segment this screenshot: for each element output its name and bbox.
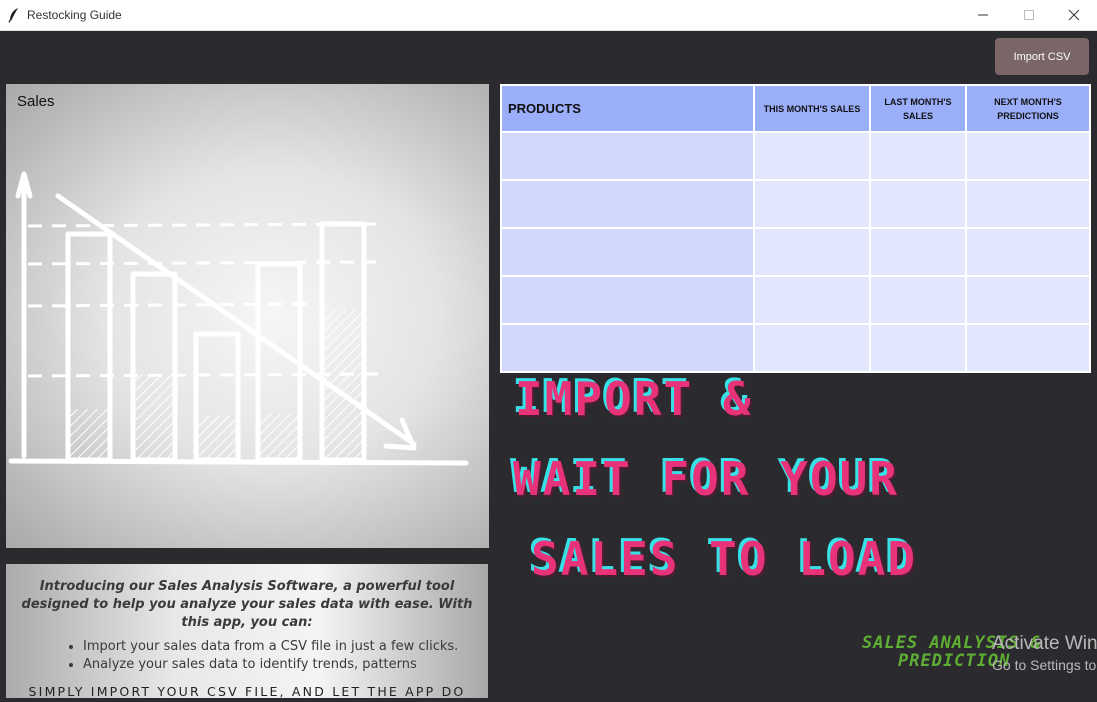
list-item: Analyze your sales data to identify tren… <box>83 656 488 674</box>
maximize-icon <box>1024 10 1034 20</box>
table-cell <box>500 131 755 181</box>
products-table: PRODUCTS THIS MONTH'S SALES LAST MONTH'S… <box>500 84 1091 373</box>
table-cell <box>500 275 755 325</box>
table-cell <box>500 323 755 373</box>
minimize-button[interactable] <box>960 0 1006 30</box>
last-month-sales-header: LAST MONTH'S SALES <box>869 84 967 133</box>
table-cell <box>500 179 755 229</box>
next-month-predictions-header: NEXT MONTH'S PREDICTIONS <box>965 84 1091 133</box>
table-cell <box>753 275 871 325</box>
table-cell <box>753 131 871 181</box>
table-row <box>500 275 1091 325</box>
this-month-sales-header: THIS MONTH'S SALES <box>753 84 871 133</box>
table-cell <box>869 179 967 229</box>
table-cell <box>869 131 967 181</box>
maximize-button[interactable] <box>1006 0 1052 30</box>
table-header-row: PRODUCTS THIS MONTH'S SALES LAST MONTH'S… <box>500 84 1091 133</box>
title-bar: Restocking Guide <box>0 0 1097 31</box>
headline-line-1: IMPORT & <box>515 372 753 426</box>
activation-title: Activate Win <box>992 633 1097 654</box>
table-row <box>500 227 1091 277</box>
close-button[interactable] <box>1051 0 1097 30</box>
headline-line-2: WAIT FOR YOUR <box>513 452 900 506</box>
table-cell <box>965 227 1091 277</box>
intro-panel: Introducing our Sales Analysis Software,… <box>6 564 488 698</box>
table-cell <box>869 227 967 277</box>
sales-label: Sales <box>17 93 55 110</box>
intro-list: Import your sales data from a CSV file i… <box>6 638 488 674</box>
table-cell <box>753 323 871 373</box>
close-icon <box>1068 9 1080 21</box>
table-cell <box>869 323 967 373</box>
table-row <box>500 179 1091 229</box>
products-column-header: PRODUCTS <box>500 84 755 133</box>
table-cell <box>753 227 871 277</box>
table-cell <box>965 323 1091 373</box>
feather-icon <box>8 7 20 23</box>
table-cell <box>869 275 967 325</box>
table-cell <box>500 227 755 277</box>
table-cell <box>965 179 1091 229</box>
table-row <box>500 131 1091 181</box>
intro-tagline: SIMPLY IMPORT YOUR CSV FILE, AND LET THE… <box>28 684 466 698</box>
activation-subtitle: Go to Settings to <box>992 657 1097 673</box>
table-cell <box>753 179 871 229</box>
windows-activation-watermark: Activate Win Go to Settings to <box>992 633 1097 675</box>
sales-panel: Sales <box>6 84 489 548</box>
table-row <box>500 323 1091 373</box>
intro-text: Introducing our Sales Analysis Software,… <box>21 579 473 630</box>
window-title: Restocking Guide <box>27 8 122 22</box>
list-item: Import your sales data from a CSV file i… <box>83 638 488 656</box>
sales-chart-sketch-icon <box>8 171 469 466</box>
minimize-icon <box>978 14 988 16</box>
headline-line-3: SALES TO LOAD <box>531 532 918 586</box>
import-csv-button[interactable]: Import CSV <box>995 38 1089 75</box>
table-cell <box>965 275 1091 325</box>
table-cell <box>965 131 1091 181</box>
